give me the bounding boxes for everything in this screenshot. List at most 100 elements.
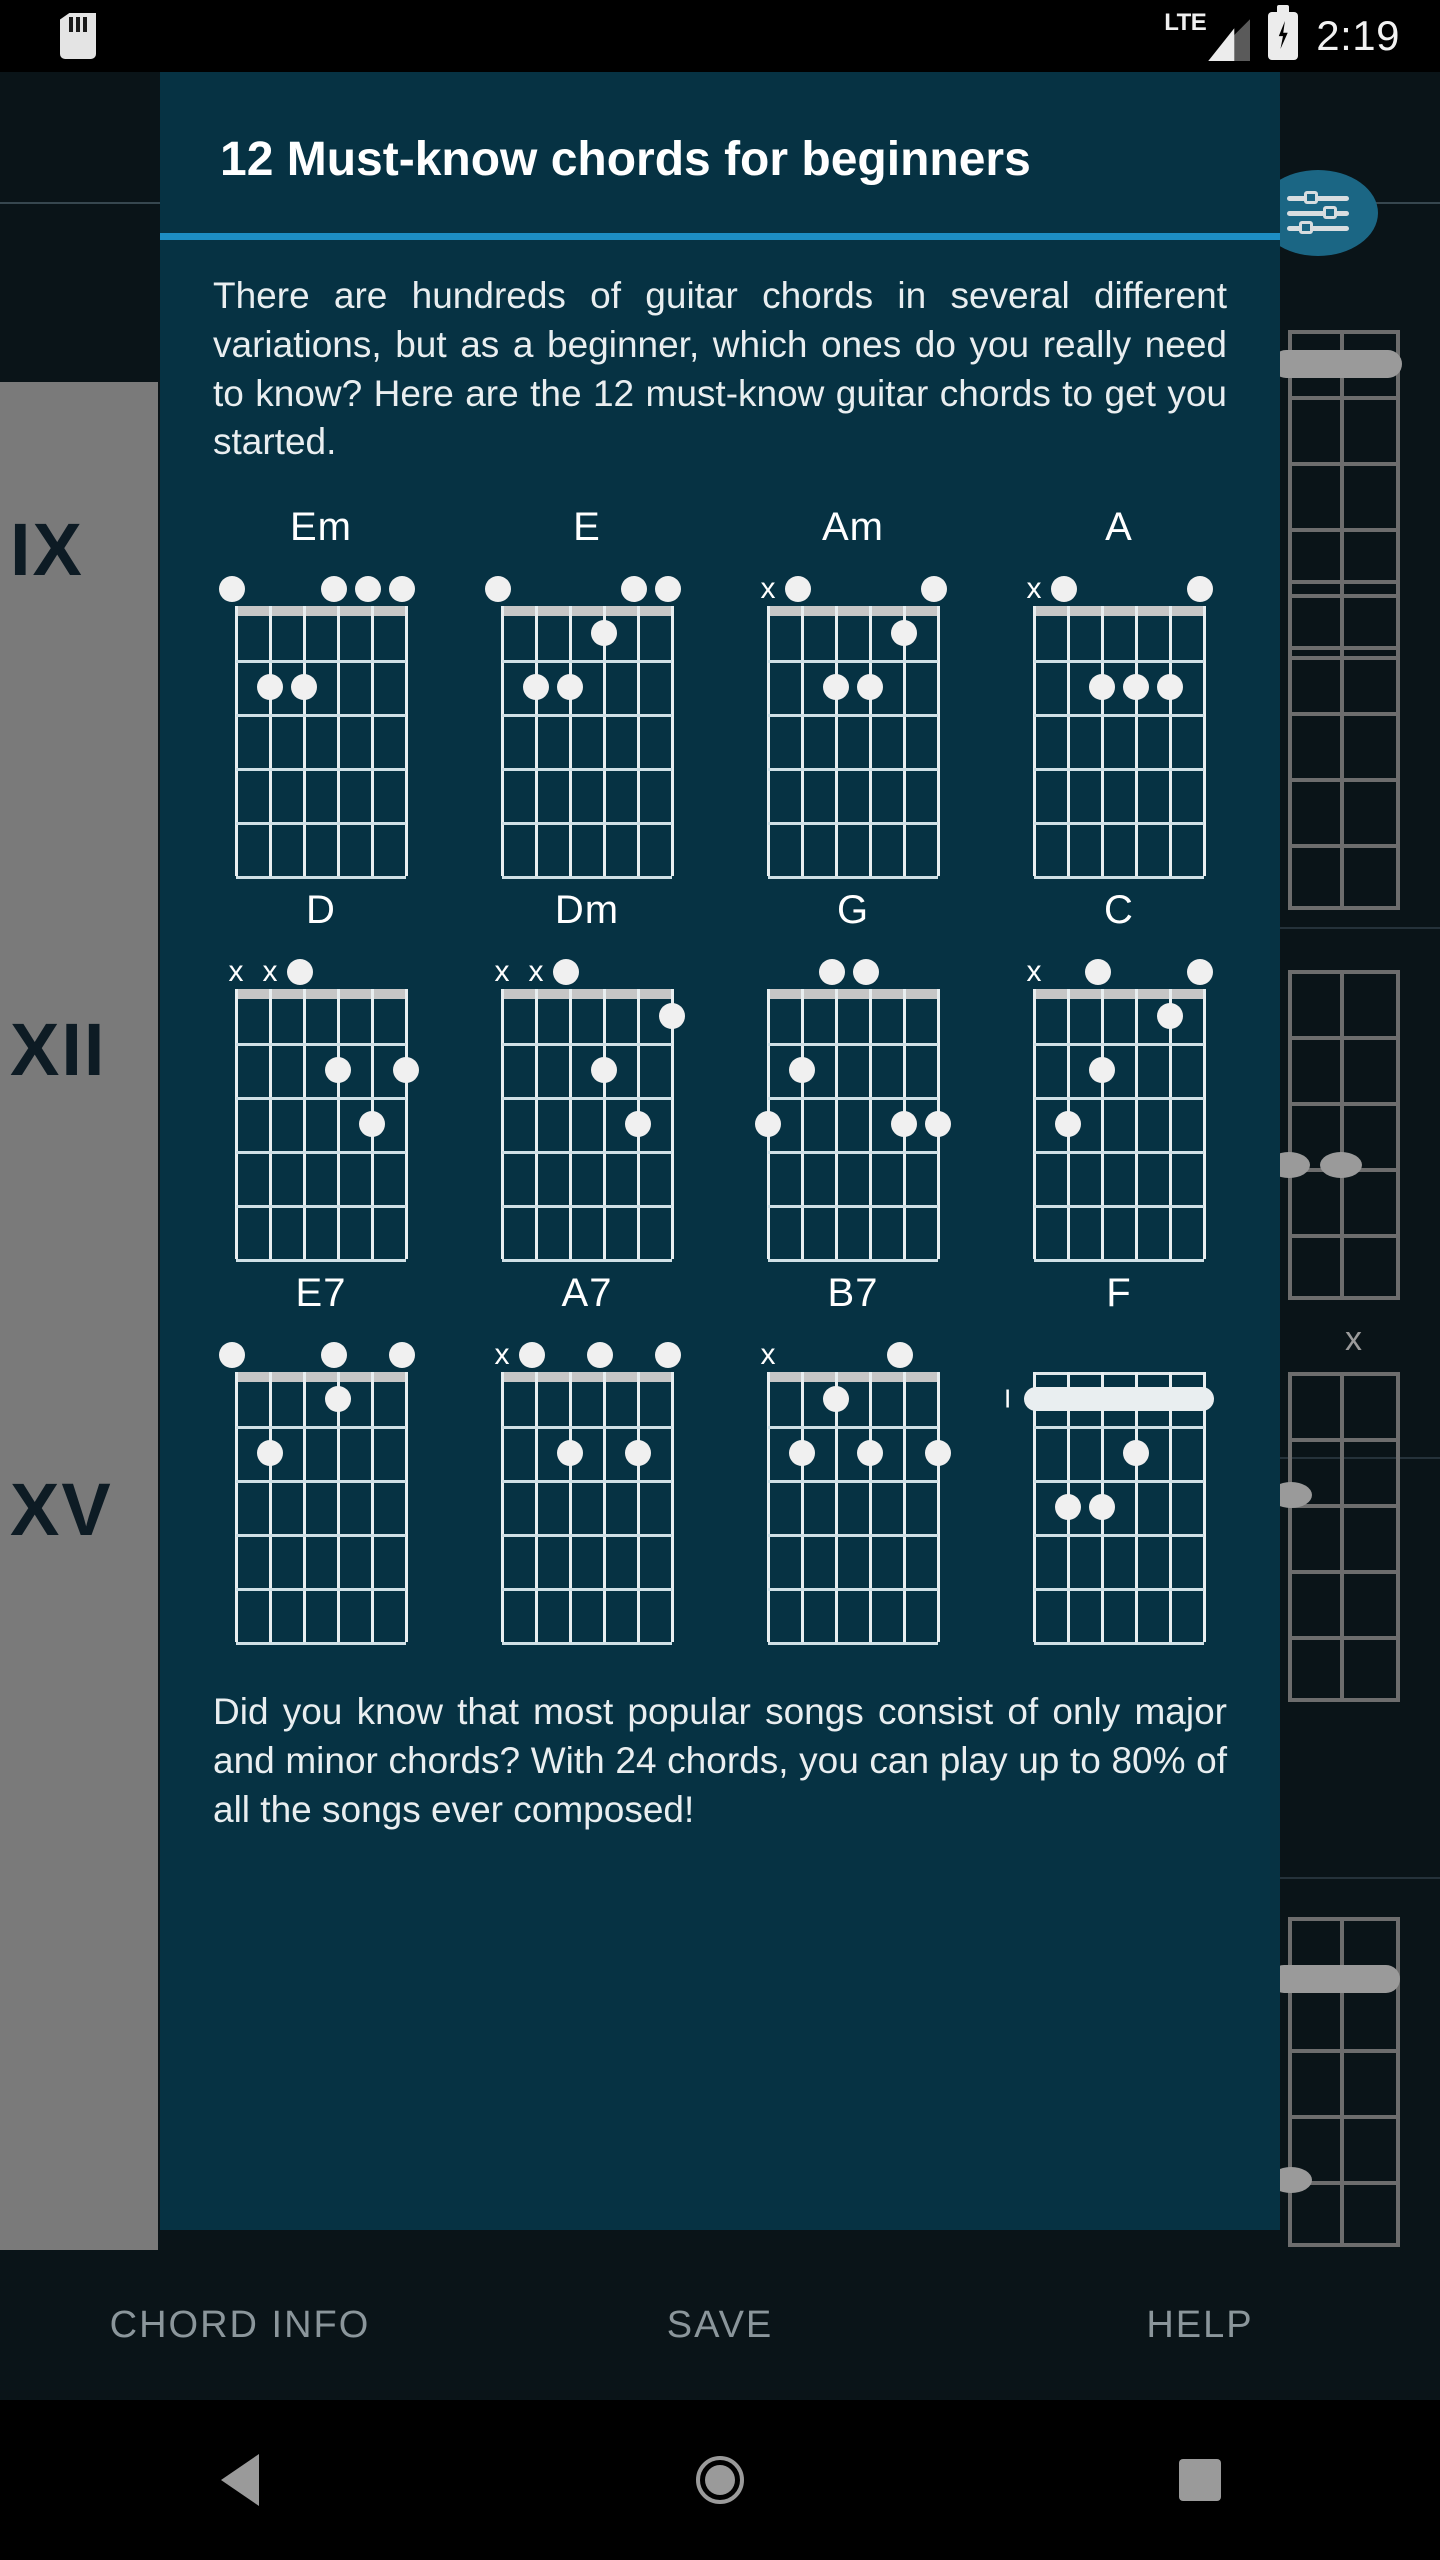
open-string-marker xyxy=(355,576,381,603)
open-string-marker xyxy=(219,576,245,603)
chords-info-dialog: 12 Must-know chords for beginners There … xyxy=(160,72,1280,2230)
status-icons: LTE 2:19 xyxy=(1164,5,1400,61)
fretboard xyxy=(755,989,951,1263)
fretboard xyxy=(501,1372,674,1646)
muted-string-marker: x xyxy=(1026,572,1042,606)
fret-line xyxy=(768,1259,938,1263)
fret-marker-xii: XII xyxy=(10,1008,107,1091)
string-line xyxy=(303,606,306,877)
string-line xyxy=(269,606,272,877)
dialog-accent-line xyxy=(160,233,1280,240)
chord-cell: Ax xyxy=(986,505,1252,880)
chord-cell: E7 xyxy=(188,1271,454,1646)
system-navigation-bar xyxy=(0,2400,1440,2560)
fret-line xyxy=(502,1480,672,1484)
fret-line xyxy=(236,1642,406,1646)
open-string-marker xyxy=(389,576,415,603)
finger-dot xyxy=(857,1440,883,1467)
chord-diagram xyxy=(219,576,415,880)
string-line xyxy=(1067,606,1070,877)
nut xyxy=(768,606,938,617)
string-line xyxy=(337,1372,340,1643)
open-string-marker xyxy=(853,959,879,986)
open-string-marker xyxy=(321,576,347,603)
chord-info-button[interactable]: CHORD INFO xyxy=(0,2304,480,2347)
string-line xyxy=(269,1372,272,1643)
finger-dot xyxy=(925,1440,951,1467)
string-line xyxy=(235,989,238,1260)
fret-line xyxy=(502,714,672,718)
battery-charging-icon xyxy=(1268,5,1299,60)
string-line xyxy=(371,606,374,877)
open-string-marker xyxy=(553,959,579,986)
string-line xyxy=(937,606,940,877)
fret-line xyxy=(1034,1259,1204,1263)
string-line xyxy=(801,1372,804,1643)
fret-line xyxy=(502,1642,672,1646)
finger-dot xyxy=(891,620,917,647)
string-markers: x xyxy=(761,574,947,604)
fret-line xyxy=(768,1043,938,1047)
string-line xyxy=(869,989,872,1260)
string-line xyxy=(767,606,770,877)
finger-dot xyxy=(291,674,317,701)
chord-name: A xyxy=(1105,505,1133,550)
fret-line xyxy=(1034,1642,1204,1646)
fretboard xyxy=(501,989,685,1263)
fretboard xyxy=(1033,606,1206,880)
fret-line xyxy=(502,1151,672,1155)
chord-cell: E xyxy=(454,505,720,880)
finger-dot xyxy=(257,674,283,701)
string-line xyxy=(405,606,408,877)
string-line xyxy=(1203,606,1206,877)
open-string-marker xyxy=(621,576,647,603)
string-line xyxy=(1169,606,1172,877)
fret-line xyxy=(768,714,938,718)
string-line xyxy=(835,989,838,1260)
string-line xyxy=(371,1372,374,1643)
string-line xyxy=(1033,1372,1036,1643)
string-line xyxy=(1169,1372,1172,1643)
chord-cell: Dm x x xyxy=(454,888,720,1263)
help-button[interactable]: HELP xyxy=(960,2304,1440,2347)
fret-line xyxy=(1034,1097,1204,1101)
finger-dot xyxy=(591,1057,617,1084)
fretboard xyxy=(235,1372,408,1646)
muted-string-marker: x xyxy=(494,1338,510,1372)
background-chord-diagram xyxy=(1270,1372,1400,1702)
string-line xyxy=(337,989,340,1260)
fret-line xyxy=(768,1480,938,1484)
network-indicator: LTE xyxy=(1164,11,1251,61)
fretboard xyxy=(501,606,674,880)
nut xyxy=(502,989,672,1000)
string-line xyxy=(1203,989,1206,1260)
fret-line xyxy=(1034,660,1204,664)
chord-name: F xyxy=(1106,1271,1132,1316)
string-line xyxy=(235,1372,238,1643)
string-markers xyxy=(1034,1342,1204,1368)
fretboard xyxy=(767,606,940,880)
chord-cell: Dxx xyxy=(188,888,454,1263)
fret-line xyxy=(768,1642,938,1646)
string-line xyxy=(303,989,306,1260)
muted-string-marker: x xyxy=(760,572,776,606)
open-string-marker xyxy=(321,1342,347,1369)
home-button[interactable] xyxy=(480,2456,960,2504)
background-muted-marker: x xyxy=(1345,1320,1362,1358)
nut xyxy=(236,1372,406,1383)
chord-name: A7 xyxy=(561,1271,613,1316)
chord-cell: Cx xyxy=(986,888,1252,1263)
finger-dot xyxy=(591,620,617,647)
open-string-marker xyxy=(921,576,947,603)
muted-string-marker: x xyxy=(228,955,244,989)
chord-diagram: xx xyxy=(495,957,685,1263)
recents-button[interactable] xyxy=(960,2459,1440,2501)
string-line xyxy=(1135,1372,1138,1643)
string-line xyxy=(903,1372,906,1643)
save-button[interactable]: SAVE xyxy=(480,2304,960,2347)
finger-dot xyxy=(1123,674,1149,701)
fret-line xyxy=(236,1205,406,1209)
fret-line xyxy=(502,1588,672,1592)
back-button[interactable] xyxy=(0,2454,480,2506)
background-fret-panel: IX XII XV xyxy=(0,382,158,2250)
